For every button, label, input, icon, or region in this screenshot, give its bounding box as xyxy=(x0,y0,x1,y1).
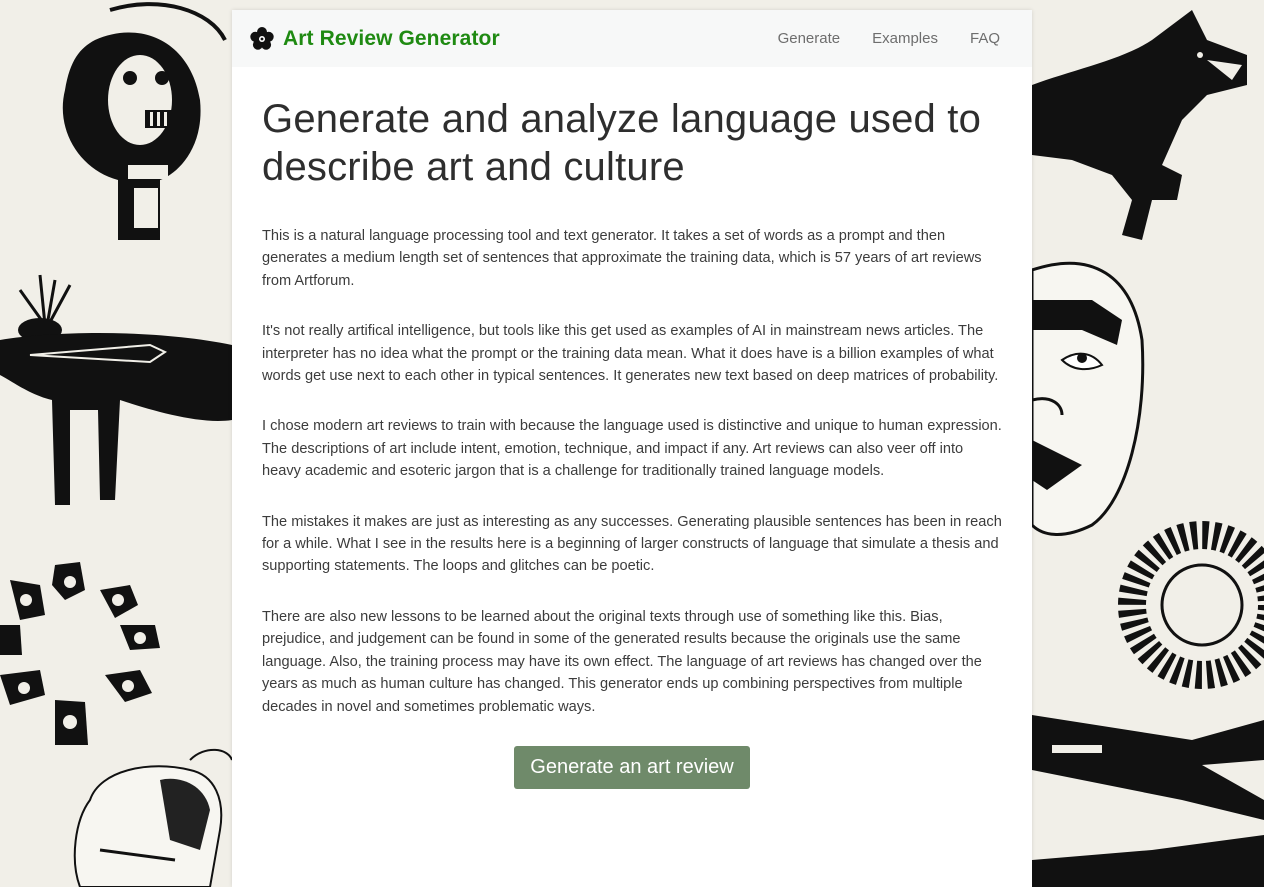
skull-figure-illustration xyxy=(62,2,227,240)
brand-link[interactable]: Art Review Generator xyxy=(249,26,500,52)
main-card: Art Review Generator Generate Examples F… xyxy=(232,10,1032,887)
brand-name: Art Review Generator xyxy=(283,26,500,50)
deer-illustration xyxy=(0,274,232,505)
nav-links: Generate Examples FAQ xyxy=(778,30,1000,47)
intro-paragraph-3: I chose modern art reviews to train with… xyxy=(262,418,1002,480)
generate-review-button[interactable]: Generate an art review xyxy=(514,745,750,789)
content: Generate and analyze language used to de… xyxy=(232,67,1032,789)
arrow-shapes-illustration xyxy=(1032,715,1264,887)
intro-paragraph-4: The mistakes it makes are just as intere… xyxy=(262,513,1002,575)
cta-container: Generate an art review xyxy=(262,745,1002,789)
sunburst-illustration xyxy=(1118,521,1264,689)
background-art-left xyxy=(0,0,232,887)
nav-link-examples[interactable]: Examples xyxy=(872,30,938,47)
animal-sketch-illustration xyxy=(73,748,232,887)
nav-link-generate[interactable]: Generate xyxy=(778,30,841,47)
navbar: Art Review Generator Generate Examples F… xyxy=(232,10,1032,67)
background-art-right xyxy=(1032,0,1264,887)
page-title: Generate and analyze language used to de… xyxy=(262,97,982,189)
mask-illustration xyxy=(1032,261,1145,536)
nav-link-faq[interactable]: FAQ xyxy=(970,30,1000,47)
intro-paragraph-5: There are also new lessons to be learned… xyxy=(262,608,982,715)
wolf-illustration xyxy=(1032,10,1247,240)
flower-icon xyxy=(249,26,275,52)
intro-paragraph-1: This is a natural language processing to… xyxy=(262,228,982,289)
intro-paragraph-2: It's not really artifical intelligence, … xyxy=(262,323,999,385)
ring-of-shapes-illustration xyxy=(0,562,160,745)
